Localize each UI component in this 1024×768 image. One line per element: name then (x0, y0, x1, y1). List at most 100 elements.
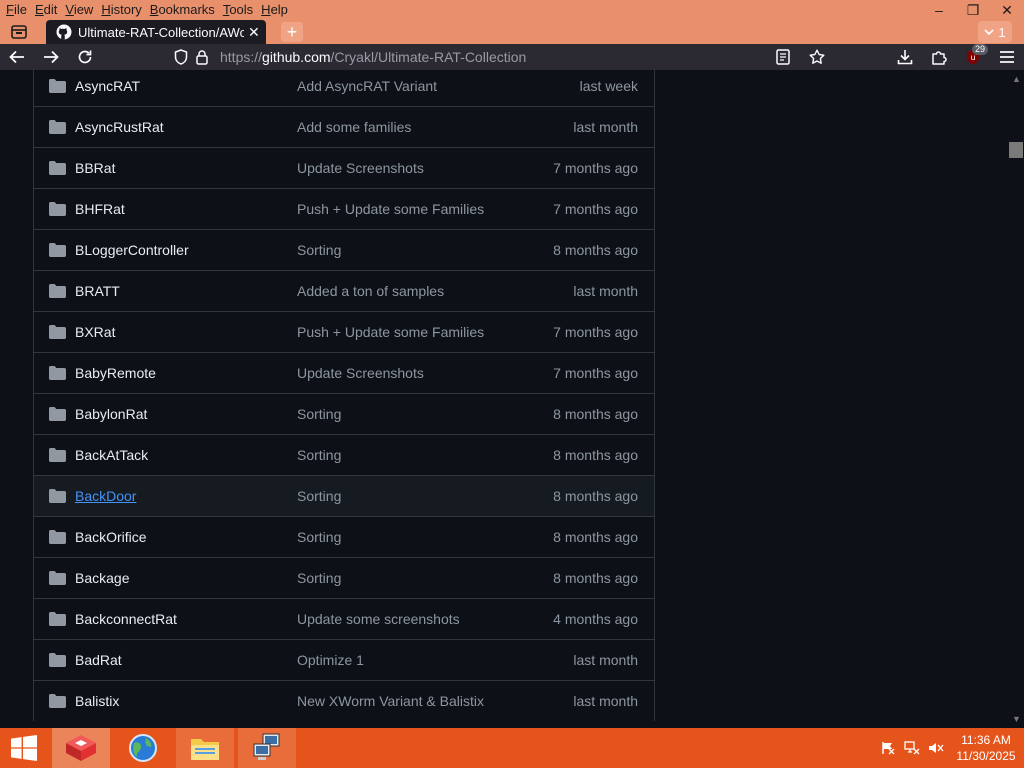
restore-button[interactable]: ❐ (956, 0, 990, 20)
commit-age: 7 months ago (553, 365, 638, 381)
file-row[interactable]: BabylonRat Sorting 8 months ago (34, 393, 654, 434)
file-name-link[interactable]: BBRat (75, 160, 115, 176)
menu-file[interactable]: File (2, 0, 31, 20)
file-name-link[interactable]: Balistix (75, 693, 119, 709)
commit-message-link[interactable]: Optimize 1 (297, 652, 364, 668)
commit-message-link[interactable]: Push + Update some Families (297, 201, 484, 217)
file-row[interactable]: BabyRemote Update Screenshots 7 months ago (34, 352, 654, 393)
menu-bookmarks[interactable]: Bookmarks (146, 0, 219, 20)
page-scrollbar[interactable]: ▲ ▼ (1008, 70, 1024, 728)
scroll-down-arrow-icon[interactable]: ▼ (1012, 714, 1021, 724)
lock-icon[interactable] (196, 49, 208, 65)
commit-message-link[interactable]: Sorting (297, 406, 341, 422)
file-name-link[interactable]: BabylonRat (75, 406, 147, 422)
ublock-origin-button[interactable]: u 29 (956, 44, 990, 70)
file-name-link[interactable]: BackDoor (75, 488, 136, 504)
file-row[interactable]: BadRat Optimize 1 last month (34, 639, 654, 680)
app-menu-button[interactable] (990, 44, 1024, 70)
new-tab-button[interactable]: + (281, 22, 303, 42)
back-button[interactable] (0, 44, 34, 70)
menu-help[interactable]: Help (257, 0, 292, 20)
puzzle-icon (932, 51, 947, 65)
network-status-icon[interactable] (900, 728, 924, 768)
taskbar-clock[interactable]: 11:36 AM 11/30/2025 (948, 732, 1024, 764)
folder-explorer-icon (191, 739, 219, 760)
firefox-view-button[interactable] (8, 22, 30, 42)
commit-message-link[interactable]: Sorting (297, 529, 341, 545)
windows-taskbar: 11:36 AM 11/30/2025 (0, 728, 1024, 768)
commit-message-link[interactable]: New XWorm Variant & Balistix (297, 693, 484, 709)
tab-active[interactable]: Ultimate-RAT-Collection/AWorm ✕ (46, 20, 266, 44)
file-row[interactable]: BBRat Update Screenshots 7 months ago (34, 147, 654, 188)
start-button[interactable] (0, 728, 48, 768)
action-center-flag-icon[interactable] (876, 728, 900, 768)
file-name-link[interactable]: BackconnectRat (75, 611, 177, 627)
taskbar-app-file-explorer[interactable] (176, 728, 234, 768)
commit-message-link[interactable]: Update Screenshots (297, 160, 424, 176)
scroll-thumb[interactable] (1009, 142, 1023, 158)
file-name-link[interactable]: BRATT (75, 283, 120, 299)
file-name-link[interactable]: BackAtTack (75, 447, 148, 463)
commit-message-link[interactable]: Update Screenshots (297, 365, 424, 381)
commit-message-link[interactable]: Add some families (297, 119, 411, 135)
url-bar[interactable]: https://github.com/Cryakl/Ultimate-RAT-C… (174, 44, 526, 70)
close-window-button[interactable]: ✕ (990, 0, 1024, 20)
file-name-link[interactable]: BackOrifice (75, 529, 147, 545)
hamburger-menu-icon (1000, 51, 1014, 63)
file-name-link[interactable]: BabyRemote (75, 365, 156, 381)
commit-message-link[interactable]: Sorting (297, 447, 341, 463)
taskbar-app-browser[interactable] (114, 728, 172, 768)
bookmark-star-button[interactable] (800, 44, 834, 70)
reload-button[interactable] (68, 44, 102, 70)
commit-message-link[interactable]: Sorting (297, 488, 341, 504)
commit-message-link[interactable]: Push + Update some Families (297, 324, 484, 340)
file-row[interactable]: Balistix New XWorm Variant & Balistix last… (34, 680, 654, 721)
forward-button[interactable] (34, 44, 68, 70)
file-row[interactable]: BackconnectRat Update some screenshots 4 m… (34, 598, 654, 639)
file-row[interactable]: BackDoor Sorting 8 months ago (34, 475, 654, 516)
url-text[interactable]: https://github.com/Cryakl/Ultimate-RAT-C… (220, 49, 526, 65)
file-name-link[interactable]: BHFRat (75, 201, 125, 217)
file-name-link[interactable]: AsyncRAT (75, 78, 140, 94)
ublock-badge: 29 (971, 44, 988, 55)
minimize-button[interactable]: – (922, 0, 956, 20)
file-row[interactable]: BHFRat Push + Update some Families 7 month… (34, 188, 654, 229)
file-name-link[interactable]: AsyncRustRat (75, 119, 164, 135)
shield-icon[interactable] (174, 49, 188, 65)
folder-icon (49, 448, 66, 462)
file-row[interactable]: Backage Sorting 8 months ago (34, 557, 654, 598)
commit-message-link[interactable]: Added a ton of samples (297, 283, 444, 299)
reader-view-button[interactable] (766, 44, 800, 70)
commit-message-link[interactable]: Update some screenshots (297, 611, 460, 627)
file-name-link[interactable]: BadRat (75, 652, 122, 668)
file-row[interactable]: AsyncRustRat Add some families last month (34, 106, 654, 147)
file-row[interactable]: BRATT Added a ton of samples last month (34, 270, 654, 311)
menu-tools[interactable]: Tools (219, 0, 257, 20)
menu-view[interactable]: View (61, 0, 97, 20)
downloads-button[interactable] (888, 44, 922, 70)
file-row[interactable]: BackOrifice Sorting 8 months ago (34, 516, 654, 557)
menu-history[interactable]: History (97, 0, 145, 20)
volume-muted-icon[interactable] (924, 728, 948, 768)
taskbar-app-network[interactable] (238, 728, 296, 768)
commit-message-link[interactable]: Sorting (297, 570, 341, 586)
commit-message-link[interactable]: Sorting (297, 242, 341, 258)
windows-logo-icon (11, 735, 37, 761)
commit-message-link[interactable]: Add AsyncRAT Variant (297, 78, 437, 94)
list-all-tabs-button[interactable]: 1 (978, 21, 1012, 43)
file-row[interactable]: BXRat Push + Update some Families 7 months… (34, 311, 654, 352)
file-row[interactable]: BackAtTack Sorting 8 months ago (34, 434, 654, 475)
file-row[interactable]: BLoggerController Sorting 8 months ago (34, 229, 654, 270)
file-name-link[interactable]: BXRat (75, 324, 115, 340)
tab-close-icon[interactable]: ✕ (248, 24, 260, 41)
taskbar-app-red-cube[interactable] (52, 728, 110, 768)
scroll-up-arrow-icon[interactable]: ▲ (1012, 74, 1021, 84)
file-name-link[interactable]: BLoggerController (75, 242, 189, 258)
file-name-link[interactable]: Backage (75, 570, 129, 586)
url-host: github.com (262, 49, 331, 65)
commit-age: 8 months ago (553, 242, 638, 258)
file-row[interactable]: AsyncRAT Add AsyncRAT Variant last week (34, 70, 654, 106)
tab-title: Ultimate-RAT-Collection/AWorm (78, 24, 244, 40)
menu-edit[interactable]: Edit (31, 0, 61, 20)
extensions-button[interactable] (922, 44, 956, 70)
